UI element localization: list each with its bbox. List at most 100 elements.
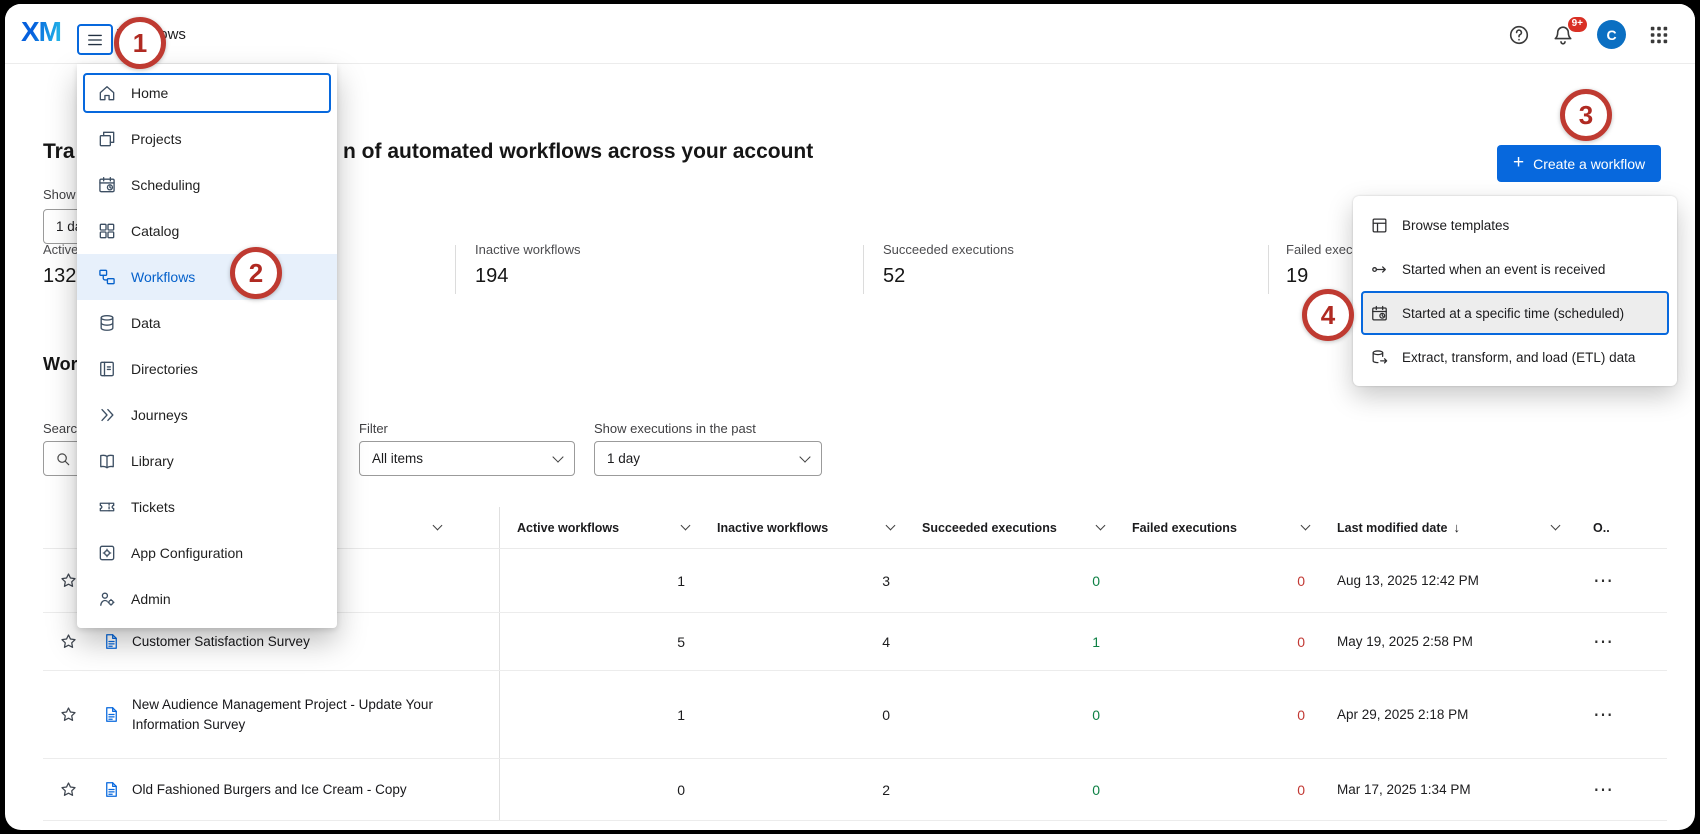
nav-item-directories[interactable]: Directories xyxy=(77,346,337,392)
chevron-down-icon xyxy=(1301,521,1311,531)
nav-item-workflows[interactable]: Workflows xyxy=(77,254,337,300)
xm-logo[interactable]: XM xyxy=(21,16,61,48)
event-received-icon xyxy=(1370,260,1389,279)
stat-divider xyxy=(863,245,864,294)
journeys-icon xyxy=(97,405,117,425)
nav-item-journeys[interactable]: Journeys xyxy=(77,392,337,438)
chevron-down-icon xyxy=(681,521,691,531)
annotation-circle-1: 1 xyxy=(114,17,166,69)
nav-item-admin[interactable]: Admin xyxy=(77,576,337,622)
project-document-icon xyxy=(102,705,121,724)
annotation-circle-3: 3 xyxy=(1560,89,1612,141)
failed-executions-count: 0 xyxy=(1114,549,1319,612)
create-option-started-at-a-specific-time-scheduled[interactable]: Started at a specific time (scheduled) xyxy=(1361,291,1669,335)
last-modified-date: Aug 13, 2025 12:42 PM xyxy=(1319,549,1569,612)
succeeded-executions-count: 0 xyxy=(904,549,1114,612)
row-actions-icon[interactable]: ⋯ xyxy=(1593,571,1614,591)
stat-divider xyxy=(1268,245,1269,294)
nav-item-app-configuration[interactable]: App Configuration xyxy=(77,530,337,576)
filter-select[interactable]: All items xyxy=(359,441,575,476)
period-filter-label: Show executions in the past xyxy=(594,421,756,436)
etl-data-icon xyxy=(1370,348,1389,367)
failed-executions-count: 0 xyxy=(1114,759,1319,820)
inactive-workflows-count: 4 xyxy=(699,613,904,670)
sort-desc-icon: ↓ xyxy=(1453,520,1460,535)
favorite-star-icon[interactable] xyxy=(59,780,78,799)
directories-icon xyxy=(97,359,117,379)
chevron-down-icon xyxy=(1096,521,1106,531)
data-icon xyxy=(97,313,117,333)
global-menu-button[interactable] xyxy=(77,24,113,55)
workflow-name[interactable]: Customer Satisfaction Survey xyxy=(132,632,310,652)
screenshot-frame: XM Workflows 9+ C Tra n of automated wor… xyxy=(0,0,1700,834)
chevron-down-icon xyxy=(1551,521,1561,531)
failed-executions-count: 0 xyxy=(1114,613,1319,670)
notifications-button[interactable]: 9+ xyxy=(1551,21,1578,48)
tickets-icon xyxy=(97,497,117,517)
workflows-icon xyxy=(97,267,117,287)
workflow-name[interactable]: Old Fashioned Burgers and Ice Cream - Co… xyxy=(132,780,407,800)
project-document-icon xyxy=(102,780,121,799)
nav-item-tickets[interactable]: Tickets xyxy=(77,484,337,530)
favorite-star-icon[interactable] xyxy=(59,705,78,724)
help-button[interactable] xyxy=(1507,21,1534,48)
nav-item-home[interactable]: Home xyxy=(83,73,331,113)
stat-divider xyxy=(455,245,456,294)
period-select[interactable]: 1 day xyxy=(594,441,822,476)
chevron-down-icon xyxy=(886,521,896,531)
last-modified-date: May 19, 2025 2:58 PM xyxy=(1319,613,1569,670)
stat-inactive-workflows: Inactive workflows 194 xyxy=(475,242,580,288)
active-workflows-count: 0 xyxy=(499,759,699,820)
succeeded-executions-count: 0 xyxy=(904,671,1114,758)
workflow-name[interactable]: New Audience Management Project - Update… xyxy=(132,695,485,734)
stat-succeeded-executions: Succeeded executions 52 xyxy=(883,242,1014,288)
browse-templates-icon xyxy=(1370,216,1389,235)
create-option-extract-transform-and-load-etl-data[interactable]: Extract, transform, and load (ETL) data xyxy=(1361,335,1669,379)
create-option-started-when-an-event-is-received[interactable]: Started when an event is received xyxy=(1361,247,1669,291)
home-icon xyxy=(97,83,117,103)
nav-item-catalog[interactable]: Catalog xyxy=(77,208,337,254)
inactive-workflows-count: 2 xyxy=(699,759,904,820)
row-actions-icon[interactable]: ⋯ xyxy=(1593,632,1614,652)
create-workflow-menu: Browse templates Started when an event i… xyxy=(1353,196,1677,386)
projects-icon xyxy=(97,129,117,149)
favorite-star-icon[interactable] xyxy=(59,571,78,590)
active-workflows-count: 1 xyxy=(499,549,699,612)
favorite-star-icon[interactable] xyxy=(59,632,78,651)
column-header-owner[interactable]: O.. xyxy=(1569,507,1667,548)
notification-badge: 9+ xyxy=(1568,17,1587,32)
annotation-circle-4: 4 xyxy=(1302,289,1354,341)
succeeded-executions-count: 1 xyxy=(904,613,1114,670)
row-actions-icon[interactable]: ⋯ xyxy=(1593,705,1614,725)
admin-icon xyxy=(97,589,117,609)
succeeded-executions-count: 0 xyxy=(904,759,1114,820)
topbar: XM Workflows 9+ C xyxy=(5,4,1695,64)
create-option-browse-templates[interactable]: Browse templates xyxy=(1361,203,1669,247)
column-header-failed-executions[interactable]: Failed executions xyxy=(1114,507,1319,548)
chevron-down-icon xyxy=(552,451,563,462)
apps-grid-button[interactable] xyxy=(1647,21,1674,48)
column-header-active-workflows[interactable]: Active workflows xyxy=(499,507,699,548)
table-row[interactable]: New Audience Management Project - Update… xyxy=(43,671,1667,759)
column-header-succeeded-executions[interactable]: Succeeded executions xyxy=(904,507,1114,548)
nav-item-projects[interactable]: Projects xyxy=(77,116,337,162)
row-actions-icon[interactable]: ⋯ xyxy=(1593,780,1614,800)
nav-item-scheduling[interactable]: Scheduling xyxy=(77,162,337,208)
nav-item-library[interactable]: Library xyxy=(77,438,337,484)
create-workflow-button[interactable]: + Create a workflow xyxy=(1497,145,1661,182)
account-avatar[interactable]: C xyxy=(1597,20,1626,49)
column-header-inactive-workflows[interactable]: Inactive workflows xyxy=(699,507,904,548)
app-configuration-icon xyxy=(97,543,117,563)
nav-item-data[interactable]: Data xyxy=(77,300,337,346)
annotation-circle-2: 2 xyxy=(230,247,282,299)
table-row[interactable]: Old Fashioned Burgers and Ice Cream - Co… xyxy=(43,759,1667,821)
plus-icon: + xyxy=(1513,152,1524,174)
column-header-last-modified-date[interactable]: Last modified date ↓ xyxy=(1319,507,1569,548)
scheduled-time-icon xyxy=(1370,304,1389,323)
global-nav-menu: Home Projects Scheduling Catalog Workflo… xyxy=(77,64,337,628)
project-document-icon xyxy=(102,632,121,651)
inactive-workflows-count: 0 xyxy=(699,671,904,758)
library-icon xyxy=(97,451,117,471)
catalog-icon xyxy=(97,221,117,241)
active-workflows-count: 5 xyxy=(499,613,699,670)
